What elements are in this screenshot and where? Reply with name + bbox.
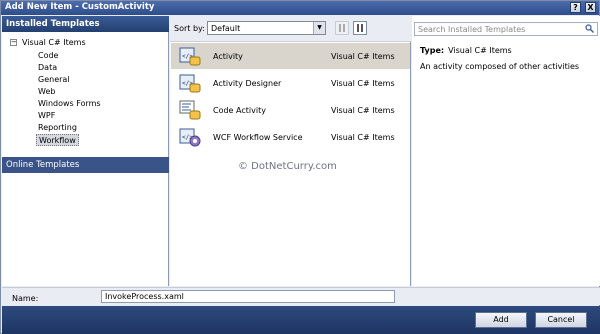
template-category: Visual C# Items (331, 79, 395, 88)
template-name: Activity (213, 52, 243, 61)
activity-designer-icon: </> (179, 74, 201, 93)
view-bar-icon (343, 24, 345, 32)
sort-by-label: Sort by: (174, 24, 205, 33)
template-row-activity-designer[interactable]: </> Activity Designer Visual C# Items (171, 70, 410, 96)
sort-toolbar: Sort by: Default ▼ (170, 16, 411, 42)
tree-item-web[interactable]: Web (36, 86, 57, 98)
tree-item-workflow[interactable]: Workflow (36, 134, 79, 146)
add-new-item-dialog: Add New Item - CustomActivity ? X Instal… (0, 0, 600, 334)
tree-root-visual-csharp[interactable]: − Visual C# Items (10, 38, 86, 50)
name-field[interactable] (101, 290, 395, 303)
search-placeholder: Search Installed Templates (418, 25, 526, 34)
collapse-toggle-icon[interactable]: − (10, 39, 17, 46)
window-title: Add New Item - CustomActivity (5, 2, 155, 12)
template-name: WCF Workflow Service (213, 133, 303, 142)
template-category: Visual C# Items (331, 133, 395, 142)
online-templates-header[interactable]: Online Templates (2, 157, 169, 173)
tree-item-windows-forms[interactable]: Windows Forms (36, 98, 103, 110)
details-view-button[interactable] (353, 21, 367, 35)
name-label: Name: (12, 294, 39, 303)
tree-item-code[interactable]: Code (36, 50, 60, 62)
template-type: Type: Visual C# Items (420, 46, 512, 55)
dropdown-arrow-icon[interactable]: ▼ (313, 22, 325, 34)
search-icon[interactable] (585, 24, 594, 35)
view-bar-icon (361, 24, 363, 32)
tree-item-reporting[interactable]: Reporting (36, 122, 79, 134)
template-row-activity[interactable]: </> Activity Visual C# Items (171, 43, 410, 69)
search-installed-templates-input[interactable]: Search Installed Templates (414, 22, 598, 36)
tree-root-label: Visual C# Items (22, 38, 86, 47)
activity-icon: </> (179, 47, 201, 66)
template-categories-pane: Installed Templates − Visual C# Items Cod… (2, 16, 169, 286)
templates-list-pane: Sort by: Default ▼ </> Activity Visual C… (170, 16, 411, 286)
help-button[interactable]: ? (570, 2, 581, 13)
wcf-service-icon: </> (179, 128, 201, 147)
type-label: Type: (420, 46, 445, 55)
template-name: Activity Designer (213, 79, 282, 88)
cancel-button[interactable]: Cancel (535, 312, 587, 328)
small-icons-view-button[interactable] (335, 21, 349, 35)
title-bar: Add New Item - CustomActivity ? X (1, 1, 599, 15)
view-bar-icon (357, 24, 359, 32)
view-bar-icon (339, 24, 341, 32)
code-activity-icon (179, 100, 201, 120)
name-row: Name: (2, 287, 600, 305)
sort-by-value: Default (211, 24, 241, 33)
installed-templates-header[interactable]: Installed Templates (2, 16, 169, 32)
template-details-pane: Search Installed Templates Type: Visual C… (412, 16, 600, 286)
sort-by-dropdown[interactable]: Default ▼ (207, 21, 326, 35)
tree-item-wpf[interactable]: WPF (36, 110, 57, 122)
template-row-code-activity[interactable]: Code Activity Visual C# Items (171, 97, 410, 123)
close-button[interactable]: X (585, 2, 596, 13)
type-value: Visual C# Items (448, 46, 512, 55)
template-row-wcf-workflow-service[interactable]: </> WCF Workflow Service Visual C# Items (171, 124, 410, 150)
tree-item-data[interactable]: Data (36, 62, 59, 74)
add-button[interactable]: Add (475, 312, 527, 328)
tree-item-general[interactable]: General (36, 74, 72, 86)
watermark: © DotNetCurry.com (238, 161, 337, 172)
template-category: Visual C# Items (331, 52, 395, 61)
template-name: Code Activity (213, 106, 266, 115)
template-category: Visual C# Items (331, 106, 395, 115)
button-bar: Add Cancel (2, 306, 600, 334)
template-description: An activity composed of other activities (420, 62, 580, 71)
